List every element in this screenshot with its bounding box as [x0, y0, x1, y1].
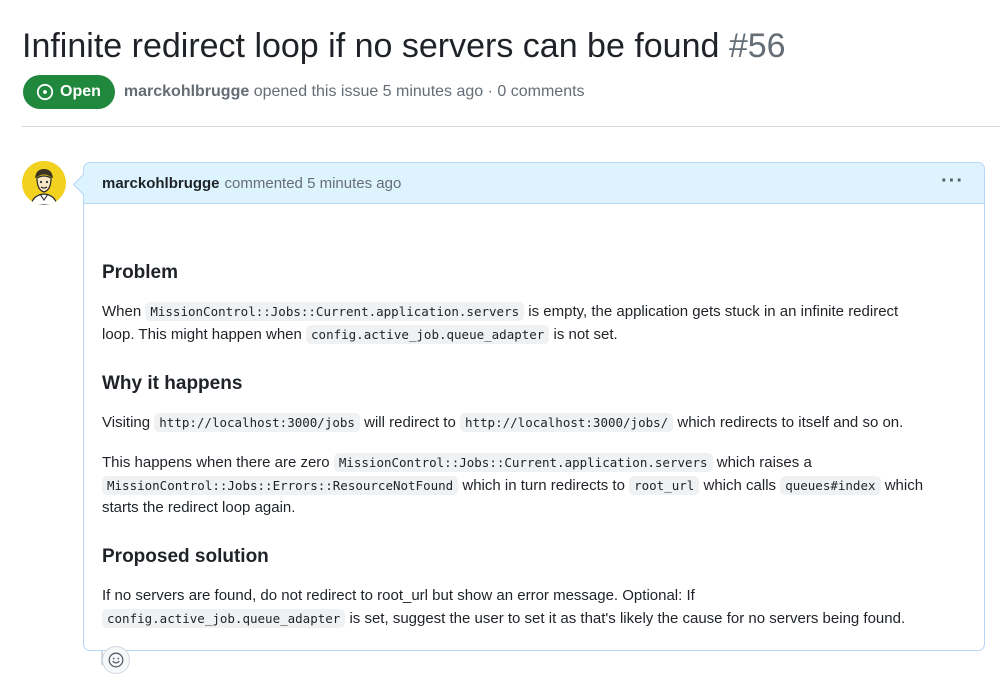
- header-divider: [22, 126, 1000, 127]
- timeline-connector: [101, 651, 103, 665]
- add-reaction-button[interactable]: [102, 646, 130, 674]
- heading-proposed-solution: Proposed solution: [102, 546, 269, 567]
- comment-card: marckohlbrugge commented 5 minutes ago ·…: [83, 162, 985, 674]
- comment-timestamp: commented 5 minutes ago: [224, 174, 402, 192]
- issue-title-text: Infinite redirect loop if no servers can…: [22, 27, 720, 65]
- inline-code: http://localhost:3000/jobs: [154, 413, 360, 432]
- issue-meta-text: marckohlbrugge opened this issue 5 minut…: [124, 83, 585, 101]
- avatar[interactable]: [22, 161, 66, 205]
- heading-problem: Problem: [102, 262, 179, 283]
- kebab-horizontal-icon[interactable]: ···: [941, 171, 964, 191]
- inline-code: queues#index: [780, 475, 881, 495]
- issue-number: #56: [728, 27, 786, 65]
- paragraph-why-1: Visiting http://localhost:3000/jobs will…: [102, 413, 904, 432]
- issue-author-link[interactable]: marckohlbrugge: [124, 83, 249, 100]
- issue-state-label: Open: [60, 83, 101, 100]
- issue-meta: Open marckohlbrugge opened this issue 5 …: [23, 74, 585, 110]
- inline-code: http://localhost:3000/jobs/: [459, 413, 674, 432]
- paragraph-why-2: This happens when there are zero Mission…: [102, 453, 924, 516]
- issue-state-badge: Open: [23, 75, 115, 109]
- issue-opened-icon: [36, 83, 54, 101]
- paragraph-problem: When MissionControl::Jobs::Current.appli…: [102, 302, 899, 344]
- smiley-icon: [108, 652, 124, 668]
- inline-code: config.active_job.queue_adapter: [102, 608, 346, 628]
- inline-code: MissionControl::Jobs::Current.applicatio…: [145, 302, 525, 321]
- avatar-illustration: [22, 161, 66, 205]
- paragraph-solution: If no servers are found, do not redirect…: [102, 587, 906, 628]
- inline-code: MissionControl::Jobs::Current.applicatio…: [333, 453, 713, 472]
- issue-title: Infinite redirect loop if no servers can…: [22, 24, 786, 68]
- heading-why-it-happens: Why it happens: [102, 373, 243, 394]
- issue-opened-text: opened this issue 5 minutes ago · 0 comm…: [253, 83, 585, 100]
- inline-code: root_url: [629, 475, 700, 495]
- comment-author-link[interactable]: marckohlbrugge: [102, 175, 220, 192]
- comment-header: marckohlbrugge commented 5 minutes ago ·…: [84, 163, 984, 204]
- inline-code: MissionControl::Jobs::Errors::ResourceNo…: [102, 475, 459, 495]
- inline-code: config.active_job.queue_adapter: [306, 324, 550, 344]
